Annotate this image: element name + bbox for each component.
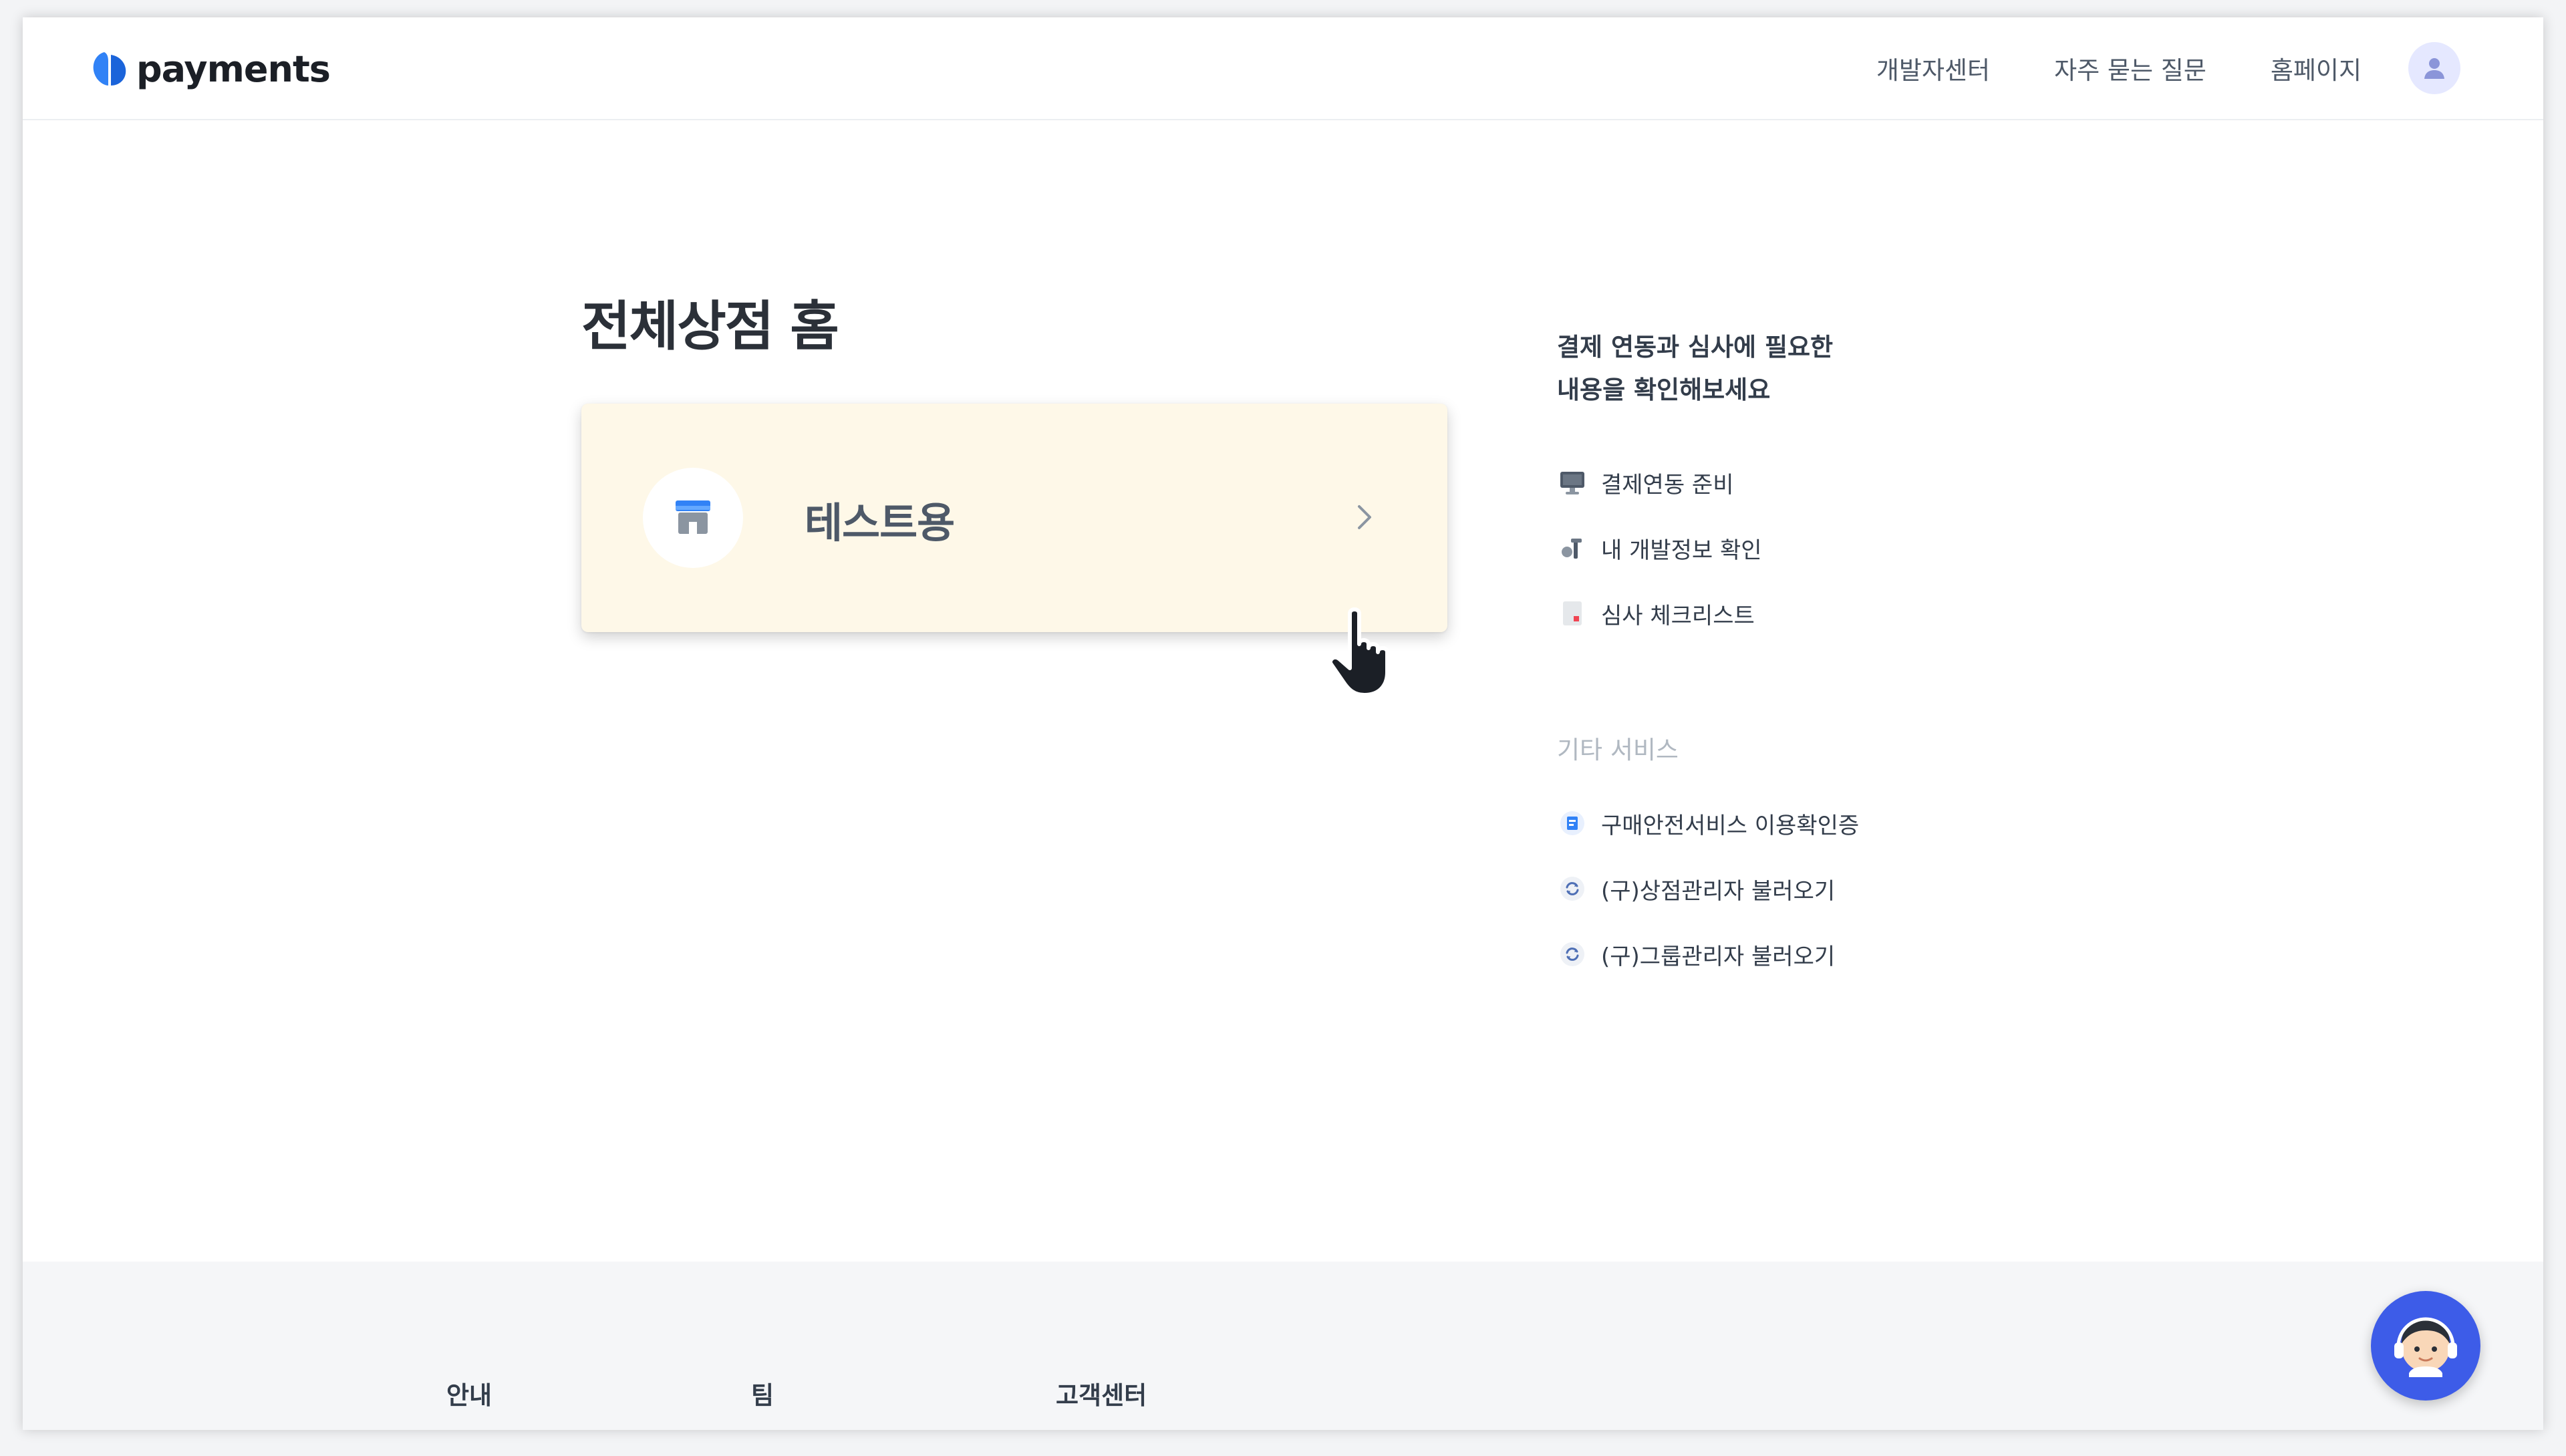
chevron-right-icon bbox=[1358, 505, 1371, 529]
top-nav: 개발자센터 자주 묻는 질문 홈페이지 bbox=[1812, 40, 2460, 96]
footer: 안내 팀 고객센터 bbox=[23, 1262, 2543, 1430]
footer-col-team: 팀 bbox=[751, 1381, 774, 1410]
app-window: payments 개발자센터 자주 묻는 질문 홈페이지 전체상점 홈 테스트용… bbox=[23, 17, 2543, 1430]
other-services-title: 기타 서비스 bbox=[1557, 736, 1679, 764]
checklist-icon bbox=[1557, 598, 1588, 629]
user-icon bbox=[2424, 58, 2444, 79]
nav-faq[interactable]: 자주 묻는 질문 bbox=[2054, 50, 2206, 86]
guide-item-payment-integration[interactable]: 결제연동 준비 bbox=[1557, 462, 1734, 502]
refresh-icon bbox=[1557, 939, 1588, 970]
refresh-icon bbox=[1557, 873, 1588, 904]
store-icon bbox=[676, 500, 710, 534]
footer-cut-off-text bbox=[1056, 1429, 1644, 1430]
top-header: payments 개발자센터 자주 묻는 질문 홈페이지 bbox=[23, 17, 2543, 120]
other-item-label: 구매안전서비스 이용확인증 bbox=[1601, 812, 1860, 839]
other-item-label: (구)그룹관리자 불러오기 bbox=[1601, 943, 1836, 970]
store-card[interactable]: 테스트용 bbox=[581, 404, 1447, 632]
sidebar-heading-line1: 결제 연동과 심사에 필요한 bbox=[1557, 333, 1834, 361]
footer-col-customer-center: 고객센터 bbox=[1056, 1381, 1147, 1410]
store-name: 테스트용 bbox=[805, 498, 955, 547]
nav-developer-center[interactable]: 개발자센터 bbox=[1876, 50, 1990, 86]
guide-item-label: 심사 체크리스트 bbox=[1601, 602, 1755, 629]
logo[interactable]: payments bbox=[88, 45, 331, 92]
nav-homepage[interactable]: 홈페이지 bbox=[2271, 50, 2362, 86]
sidebar-heading: 결제 연동과 심사에 필요한 내용을 확인해보세요 bbox=[1557, 326, 1958, 412]
payments-logo-icon bbox=[93, 52, 126, 86]
other-item-purchase-safety-certificate[interactable]: 구매안전서비스 이용확인증 bbox=[1557, 803, 1859, 843]
certificate-icon bbox=[1557, 808, 1588, 839]
support-chat-button[interactable] bbox=[2371, 1291, 2480, 1401]
other-item-legacy-group-admin[interactable]: (구)그룹관리자 불러오기 bbox=[1557, 934, 1835, 974]
monitor-icon bbox=[1557, 467, 1588, 498]
page-title: 전체상점 홈 bbox=[581, 295, 839, 357]
guide-item-label: 내 개발정보 확인 bbox=[1601, 537, 1762, 564]
user-avatar-button[interactable] bbox=[2408, 42, 2460, 94]
other-item-label: (구)상점관리자 불러오기 bbox=[1601, 877, 1836, 905]
support-agent-icon bbox=[2394, 1317, 2457, 1377]
hand-pointer-cursor-icon bbox=[1328, 607, 1389, 697]
footer-col-info: 안내 bbox=[446, 1381, 492, 1410]
logo-text: payments bbox=[136, 47, 331, 90]
guide-item-review-checklist[interactable]: 심사 체크리스트 bbox=[1557, 593, 1755, 633]
guide-item-dev-info[interactable]: 내 개발정보 확인 bbox=[1557, 528, 1762, 568]
tools-icon bbox=[1557, 533, 1588, 563]
store-icon-circle bbox=[643, 468, 743, 568]
guide-item-label: 결제연동 준비 bbox=[1601, 471, 1734, 498]
sidebar-heading-line2: 내용을 확인해보세요 bbox=[1557, 376, 1771, 404]
other-item-legacy-store-admin[interactable]: (구)상점관리자 불러오기 bbox=[1557, 869, 1835, 909]
